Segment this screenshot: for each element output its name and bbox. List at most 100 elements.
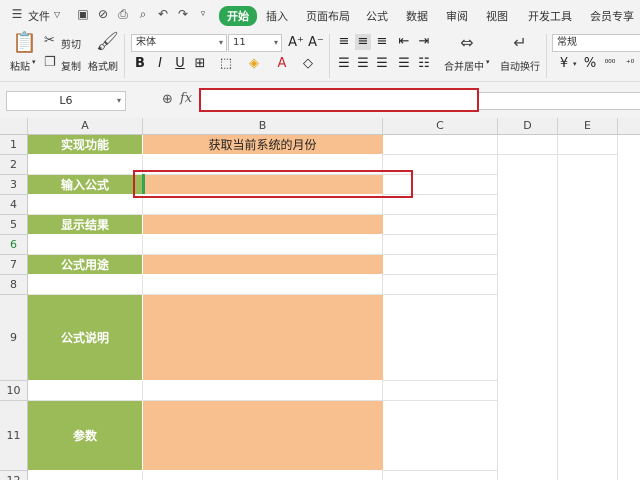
- merge-center-icon[interactable]: ⇔: [457, 35, 477, 51]
- percent-icon[interactable]: %: [582, 56, 598, 72]
- currency-icon[interactable]: ¥: [556, 56, 572, 72]
- decrease-font-icon[interactable]: A⁻: [308, 35, 324, 51]
- column-header-a[interactable]: A: [28, 118, 143, 135]
- cell-c1[interactable]: [383, 135, 498, 155]
- cell-c12[interactable]: [383, 471, 498, 480]
- cell-b9[interactable]: [143, 295, 383, 381]
- cell-b12[interactable]: [143, 471, 383, 480]
- cell-c9[interactable]: [383, 295, 498, 381]
- hamburger-menu-icon[interactable]: ☰: [10, 7, 24, 21]
- copy-icon[interactable]: ❐: [44, 55, 56, 71]
- tab-page-layout[interactable]: 页面布局: [306, 8, 350, 24]
- increase-font-icon[interactable]: A⁺: [288, 35, 304, 51]
- cell-d1[interactable]: [498, 135, 558, 155]
- bold-icon[interactable]: B: [132, 56, 148, 72]
- cut-icon[interactable]: ✂: [44, 33, 55, 49]
- cell-b10[interactable]: [143, 381, 383, 401]
- cell-c4[interactable]: [383, 195, 498, 215]
- save-icon[interactable]: ▣: [76, 7, 90, 21]
- print-icon[interactable]: ⎙: [116, 7, 130, 21]
- tab-home[interactable]: 开始: [219, 6, 257, 26]
- cell-a8[interactable]: [28, 275, 143, 295]
- column-header-e[interactable]: E: [558, 118, 618, 135]
- cell-c11[interactable]: [383, 401, 498, 471]
- paste-label[interactable]: 粘贴: [10, 58, 30, 73]
- copy-label[interactable]: 复制: [61, 58, 81, 73]
- underline-icon[interactable]: U: [172, 56, 188, 72]
- align-left-icon[interactable]: ☰: [336, 56, 352, 72]
- font-size-select[interactable]: 11 ▾: [228, 34, 282, 52]
- cell-c10[interactable]: [383, 381, 498, 401]
- align-top-icon[interactable]: ≡: [336, 34, 352, 50]
- cell-a7[interactable]: 公式用途: [28, 255, 143, 275]
- cell-b1[interactable]: 获取当前系统的月份: [143, 135, 383, 155]
- currency-chevron-icon[interactable]: ▾: [573, 60, 577, 68]
- cell-a9[interactable]: 公式说明: [28, 295, 143, 381]
- wrap-text-icon[interactable]: ↵: [510, 35, 530, 51]
- font-color-icon[interactable]: A: [274, 56, 290, 72]
- clear-format-icon[interactable]: ◇: [300, 56, 316, 72]
- increase-decimal-icon[interactable]: ⁺⁰: [622, 56, 638, 72]
- justify-icon[interactable]: ☰: [396, 56, 412, 72]
- font-name-select[interactable]: 宋体 ▾: [131, 34, 227, 52]
- row-header-4[interactable]: 4: [0, 195, 28, 215]
- align-middle-icon[interactable]: ≡: [355, 34, 371, 50]
- cell-a5[interactable]: 显示结果: [28, 215, 143, 235]
- format-painter-icon[interactable]: 🖌: [96, 33, 119, 51]
- cell-a3[interactable]: 输入公式: [28, 175, 143, 195]
- fill-color-icon[interactable]: ◈: [246, 56, 262, 72]
- row-header-6[interactable]: 6: [0, 235, 28, 255]
- cell-c7[interactable]: [383, 255, 498, 275]
- tab-insert[interactable]: 插入: [266, 8, 288, 24]
- undo-icon[interactable]: ↶: [156, 7, 170, 21]
- row-header-2[interactable]: 2: [0, 155, 28, 175]
- cell-a2[interactable]: [28, 155, 143, 175]
- zoom-search-icon[interactable]: ⊕: [162, 92, 173, 107]
- fill-pattern-icon[interactable]: ⬚: [218, 56, 234, 72]
- row-header-12[interactable]: 12: [0, 471, 28, 480]
- cell-b5[interactable]: [143, 215, 383, 235]
- row-header-1[interactable]: 1: [0, 135, 28, 155]
- row-header-9[interactable]: 9: [0, 295, 28, 381]
- row-header-3[interactable]: 3: [0, 175, 28, 195]
- tab-data[interactable]: 数据: [406, 8, 428, 24]
- column-header-c[interactable]: C: [383, 118, 498, 135]
- tab-member[interactable]: 会员专享: [590, 8, 634, 24]
- column-header-d[interactable]: D: [498, 118, 558, 135]
- cell-a4[interactable]: [28, 195, 143, 215]
- fx-icon[interactable]: fx: [180, 91, 192, 106]
- cell-c5[interactable]: [383, 215, 498, 235]
- column-header-b[interactable]: B: [143, 118, 383, 135]
- print-preview-icon[interactable]: ⌕: [136, 7, 150, 21]
- align-bottom-icon[interactable]: ≡: [374, 34, 390, 50]
- cell-b7[interactable]: [143, 255, 383, 275]
- cell-c8[interactable]: [383, 275, 498, 295]
- select-all-corner[interactable]: [0, 118, 28, 135]
- file-menu-chevron-icon[interactable]: ▽: [54, 10, 60, 19]
- row-header-7[interactable]: 7: [0, 255, 28, 275]
- number-format-select[interactable]: 常规: [552, 34, 640, 52]
- cell-a11[interactable]: 参数: [28, 401, 143, 471]
- cell-a12[interactable]: [28, 471, 143, 480]
- column-header-f[interactable]: [618, 118, 640, 135]
- name-box[interactable]: L6 ▾: [6, 91, 126, 111]
- paste-chevron-icon[interactable]: ▾: [32, 58, 36, 66]
- format-painter-label[interactable]: 格式刷: [88, 58, 118, 73]
- file-menu[interactable]: 文件: [28, 8, 50, 24]
- cell-b6[interactable]: [143, 235, 383, 255]
- quick-access-more-icon[interactable]: ▿: [196, 7, 210, 21]
- decrease-indent-icon[interactable]: ⇤: [396, 34, 412, 50]
- row-header-10[interactable]: 10: [0, 381, 28, 401]
- row-header-5[interactable]: 5: [0, 215, 28, 235]
- cell-a10[interactable]: [28, 381, 143, 401]
- thousands-separator-icon[interactable]: ⁰⁰⁰: [602, 56, 618, 72]
- paste-icon[interactable]: 📋: [12, 32, 37, 52]
- cell-a6[interactable]: [28, 235, 143, 255]
- tab-formulas[interactable]: 公式: [366, 8, 388, 24]
- tab-review[interactable]: 审阅: [446, 8, 468, 24]
- cell-c6[interactable]: [383, 235, 498, 255]
- increase-indent-icon[interactable]: ⇥: [416, 34, 432, 50]
- cell-b4[interactable]: [143, 195, 383, 215]
- border-icon[interactable]: ⊞: [192, 56, 208, 72]
- cell-b11[interactable]: [143, 401, 383, 471]
